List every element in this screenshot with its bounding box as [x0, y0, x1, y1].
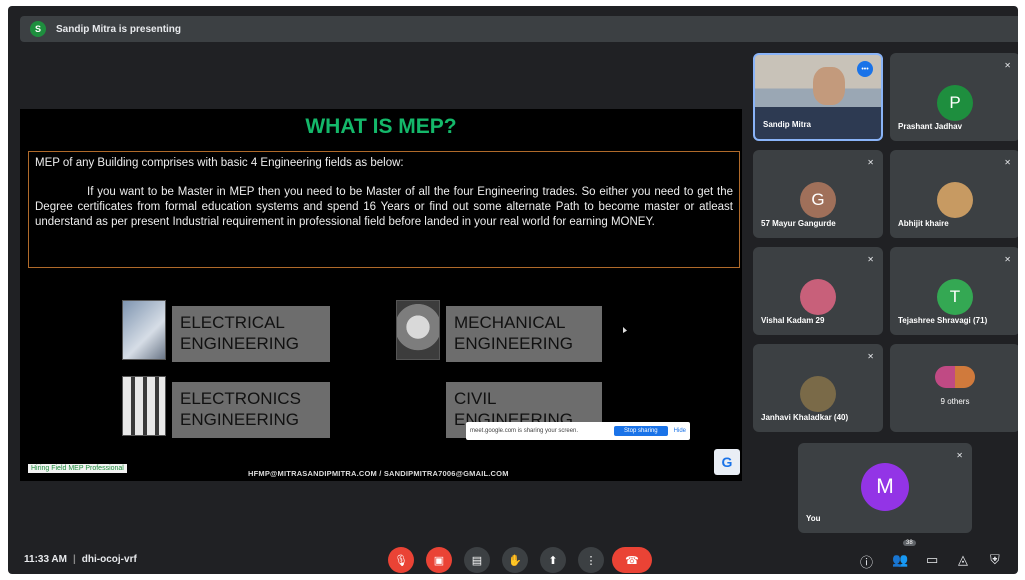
stop-sharing-button[interactable]: Stop sharing [613, 426, 668, 436]
chat-icon[interactable]: ▭ [926, 552, 938, 568]
others-avatars [935, 366, 975, 388]
tile-line1: ELECTRICAL [180, 313, 285, 332]
tile-line2: ENGINEERING [454, 334, 574, 353]
presenting-text: Sandip Mitra is presenting [56, 23, 182, 35]
mic-muted-icon: ✕ [1004, 158, 1011, 167]
participant-tile-sandip[interactable]: ••• Sandip Mitra [753, 53, 883, 141]
slide-intro: MEP of any Building comprises with basic… [35, 157, 404, 169]
screen-share-notice: meet.google.com is sharing your screen. … [466, 422, 690, 440]
slide-logo: G [714, 449, 740, 475]
electronics-tile: ELECTRONICS ENGINEERING [122, 376, 330, 438]
participant-name: Sandip Mitra [763, 120, 812, 129]
activities-icon[interactable]: ◬ [958, 552, 968, 568]
slide-tag: Hiring Field MEP Professional [28, 464, 127, 473]
present-icon[interactable]: ⬆ [540, 547, 566, 573]
captions-icon[interactable]: ▤ [464, 547, 490, 573]
turbine-image [396, 300, 440, 360]
people-icon[interactable]: 👥 [892, 552, 908, 568]
control-bar: 11:33 AM | dhi-ocoj-vrf 🎙 ▣ ▤ ✋ ⬆ ⋮ ☎ ⓘ 38… [8, 540, 1018, 574]
mic-muted-icon: ✕ [867, 158, 874, 167]
mic-off-icon[interactable]: 🎙 [388, 547, 414, 573]
mic-muted-icon: ✕ [867, 352, 874, 361]
slide-email: HFMP@MITRASANDIPMITRA.COM / SANDIPMITRA7… [248, 469, 509, 478]
tile-line1: MECHANICAL [454, 313, 566, 332]
tile-line2: ENGINEERING [180, 410, 300, 429]
presenter-video [813, 67, 845, 105]
participant-name: Vishal Kadam 29 [761, 316, 825, 325]
participant-name: You [806, 514, 821, 523]
slide-body: If you want to be Master in MEP then you… [35, 186, 733, 228]
participant-name: 57 Mayur Gangurde [761, 219, 836, 228]
participant-photo [937, 182, 973, 218]
raise-hand-icon[interactable]: ✋ [502, 547, 528, 573]
participant-avatar: T [937, 279, 973, 315]
mic-muted-icon: ✕ [1004, 255, 1011, 264]
participant-avatar: P [937, 85, 973, 121]
mic-muted-icon: ✕ [956, 451, 963, 460]
participant-photo [800, 376, 836, 412]
electrical-tile: ELECTRICAL ENGINEERING [122, 300, 330, 362]
meeting-code: dhi-ocoj-vrf [81, 554, 137, 565]
mechanical-tile: MECHANICAL ENGINEERING [396, 300, 602, 362]
participant-avatar: G [800, 182, 836, 218]
people-count-badge: 38 [903, 540, 916, 546]
participant-tile-tejashree[interactable]: ✕ T Tejashree Shravagi (71) [890, 247, 1018, 335]
slide-text-box: MEP of any Building comprises with basic… [28, 151, 740, 268]
meet-window: S Sandip Mitra is presenting WHAT IS MEP… [8, 6, 1018, 574]
shared-screen: WHAT IS MEP? MEP of any Building compris… [20, 109, 742, 481]
presenting-banner: S Sandip Mitra is presenting [20, 16, 1018, 42]
power-pylon-image [122, 300, 166, 360]
slide-title: WHAT IS MEP? [305, 115, 457, 138]
participant-name: Prashant Jadhav [898, 122, 963, 131]
participant-tile-abhijit[interactable]: ✕ Abhijit khaire [890, 150, 1018, 238]
clock-time: 11:33 AM [24, 554, 67, 565]
divider: | [72, 554, 76, 565]
participant-name: Tejashree Shravagi (71) [898, 316, 988, 325]
participant-name: Janhavi Khaladkar (40) [761, 413, 849, 422]
others-count: 9 others [940, 397, 970, 406]
meeting-info: 11:33 AM | dhi-ocoj-vrf [24, 554, 137, 565]
tile-line2: ENGINEERING [180, 334, 300, 353]
presenter-avatar: S [30, 21, 46, 37]
participant-tile-others[interactable]: 9 others [890, 344, 1018, 432]
tile-line1: ELECTRONICS [180, 389, 301, 408]
speaking-icon: ••• [857, 61, 873, 77]
end-call-icon[interactable]: ☎ [612, 547, 652, 573]
participant-photo [800, 279, 836, 315]
participant-tile-you[interactable]: ✕ M You [798, 443, 972, 533]
share-notice-text: meet.google.com is sharing your screen. [470, 428, 579, 434]
more-icon[interactable]: ⋮ [578, 547, 604, 573]
camera-off-icon[interactable]: ▣ [426, 547, 452, 573]
mic-muted-icon: ✕ [867, 255, 874, 264]
circuit-image [122, 376, 166, 436]
participant-avatar: M [861, 463, 909, 511]
participant-name: Abhijit khaire [898, 219, 949, 228]
info-icon[interactable]: ⓘ [860, 552, 873, 571]
participant-tile-janhavi[interactable]: ✕ Janhavi Khaladkar (40) [753, 344, 883, 432]
hide-button[interactable]: Hide [674, 428, 686, 434]
participant-tile-vishal[interactable]: ✕ Vishal Kadam 29 [753, 247, 883, 335]
participant-tile-mayur[interactable]: ✕ G 57 Mayur Gangurde [753, 150, 883, 238]
mouse-cursor-icon [623, 327, 627, 333]
mic-muted-icon: ✕ [1004, 61, 1011, 70]
host-controls-icon[interactable]: ⛨ [990, 552, 1000, 568]
participant-tile-prashant[interactable]: ✕ P Prashant Jadhav [890, 53, 1018, 141]
tile-line1: CIVIL [454, 389, 497, 408]
